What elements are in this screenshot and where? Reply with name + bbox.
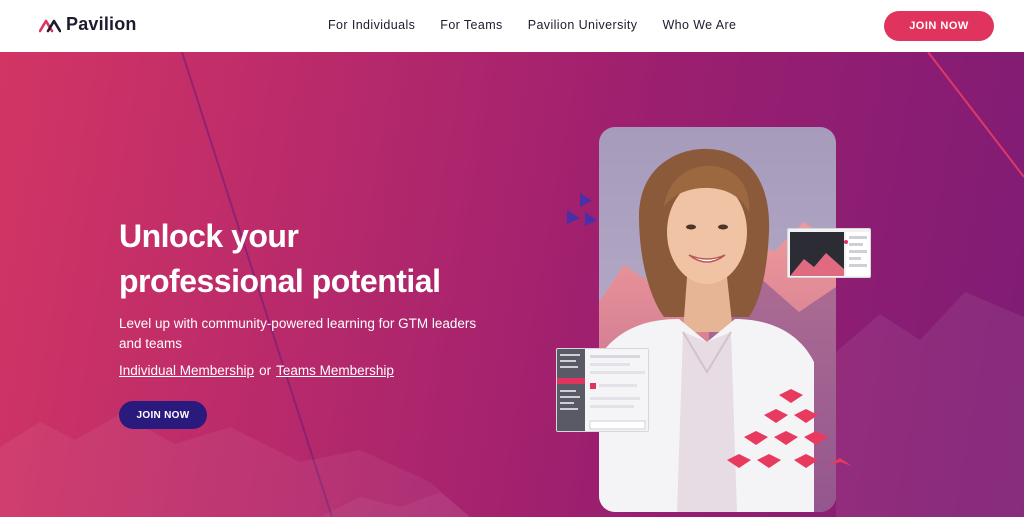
pavilion-logo[interactable]: Pavilion <box>39 14 137 35</box>
app-preview-chat-screen <box>556 348 649 432</box>
app-preview-video-screen <box>787 228 871 278</box>
hero-headline-line-2: professional potential <box>119 263 441 299</box>
membership-links: Individual Membership or Teams Membership <box>119 363 394 378</box>
logo-text: Pavilion <box>66 14 137 34</box>
nav-link-for-individuals[interactable]: For Individuals <box>328 18 415 32</box>
hero-headline-line-1: Unlock your <box>119 218 299 254</box>
hero-headline: Unlock your professional potential <box>119 214 499 304</box>
nav-link-pavilion-university[interactable]: Pavilion University <box>528 18 638 32</box>
or-text: or <box>259 363 272 378</box>
hero-join-now-button[interactable]: JOIN NOW <box>119 401 207 429</box>
chat-app-preview-image <box>557 349 646 431</box>
nav-join-now-button[interactable]: JOIN NOW <box>884 11 994 41</box>
main-nav-links: For Individuals For Teams Pavilion Unive… <box>328 18 736 32</box>
pavilion-logo-icon <box>39 19 61 32</box>
decorative-chevron-icon <box>828 458 852 466</box>
nav-link-for-teams[interactable]: For Teams <box>440 18 502 32</box>
individual-membership-link[interactable]: Individual Membership <box>119 363 254 378</box>
hero-photo-card <box>599 127 836 512</box>
hero-section: Unlock your professional potential Level… <box>0 52 1024 517</box>
video-call-preview-image <box>790 232 870 276</box>
top-nav: Pavilion For Individuals For Teams Pavil… <box>0 0 1024 52</box>
woman-portrait-image <box>599 148 836 512</box>
hero-subtext: Level up with community-powered learning… <box>119 316 477 351</box>
nav-link-who-we-are[interactable]: Who We Are <box>662 18 736 32</box>
teams-membership-link[interactable]: Teams Membership <box>276 363 394 378</box>
